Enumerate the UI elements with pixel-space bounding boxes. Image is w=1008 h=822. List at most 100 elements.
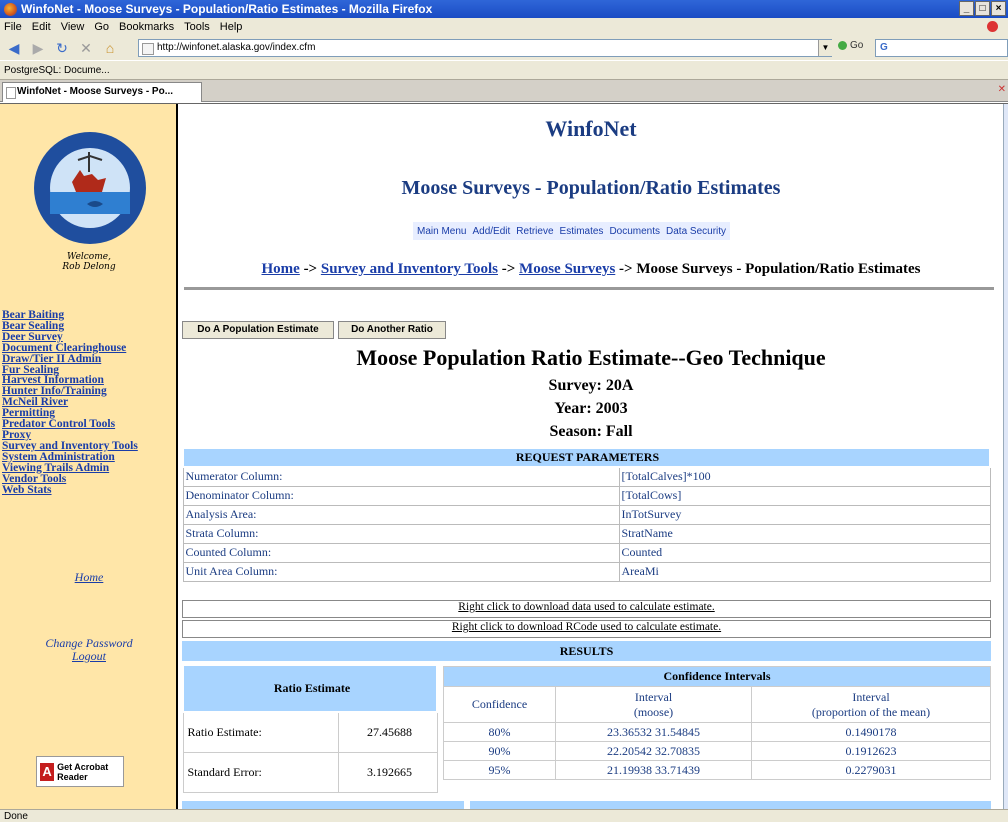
table-header-row: Confidence Interval (moose) Interval (prop… — [443, 686, 991, 723]
stop-load-icon[interactable]: ✕ — [76, 39, 96, 57]
sidebar-link-document-clearinghouse[interactable]: Document Clearinghouse — [0, 342, 178, 354]
sidebar-link-web-stats[interactable]: Web Stats — [0, 484, 178, 496]
table-row: 80% 23.36532 31.54845 0.1490178 — [443, 722, 991, 742]
breadcrumb-sep: -> — [615, 261, 637, 277]
menu-tools[interactable]: Tools — [184, 21, 210, 33]
download-data-link[interactable]: Right click to download data used to cal… — [458, 601, 714, 613]
minimize-button[interactable]: _ — [959, 1, 974, 16]
top-nav: Main Menu Add/Edit Retrieve Estimates Do… — [413, 222, 731, 240]
bookmarks-toolbar: PostgreSQL: Docume... — [0, 60, 1008, 80]
sidebar: Welcome, Rob Delong Bear Baiting Bear Se… — [0, 104, 178, 809]
nav-add-edit[interactable]: Add/Edit — [472, 226, 510, 237]
address-dropdown-icon[interactable]: ▼ — [818, 40, 832, 56]
user-name: Rob Delong — [62, 262, 116, 272]
sidebar-link-viewing-trails[interactable]: Viewing Trails Admin — [0, 462, 178, 474]
download-data-row: Right click to download data used to cal… — [182, 600, 991, 618]
sidebar-link-draw-tier-admin[interactable]: Draw/Tier II Admin — [0, 353, 178, 365]
col-confidence: Confidence — [443, 686, 556, 723]
param-value: AreaMi — [618, 561, 991, 582]
firefox-icon — [4, 2, 17, 16]
tab-close-icon[interactable]: ✕ — [998, 84, 1006, 95]
breadcrumb-sep: -> — [299, 261, 321, 277]
ci-conf: 80% — [443, 722, 556, 742]
table-row: Strata Column: StratName — [182, 523, 991, 544]
confidence-intervals-table: Confidence Intervals Confidence Interval… — [443, 666, 991, 780]
logout-link[interactable]: Logout — [0, 650, 178, 663]
menu-help[interactable]: Help — [220, 21, 243, 33]
nav-data-security[interactable]: Data Security — [666, 226, 726, 237]
param-label: Numerator Column: — [182, 466, 620, 487]
go-icon — [838, 41, 847, 50]
download-rcode-row: Right click to download RCode used to ca… — [182, 620, 991, 638]
page-viewport: Welcome, Rob Delong Bear Baiting Bear Se… — [0, 103, 1008, 809]
menu-bookmarks[interactable]: Bookmarks — [119, 21, 174, 33]
home-icon[interactable]: ⌂ — [100, 39, 120, 57]
ratio-header: Ratio Estimate — [182, 664, 438, 713]
search-input[interactable]: G — [875, 39, 1008, 57]
breadcrumb-current: Moose Surveys - Population/Ratio Estimat… — [636, 261, 921, 277]
table-row: Ratio Estimate: 27.45688 — [182, 711, 438, 753]
close-button[interactable]: × — [991, 1, 1006, 16]
population-estimate-button[interactable]: Do A Population Estimate — [182, 321, 334, 339]
col-interval-moose: Interval (moose) — [555, 686, 752, 723]
ci-interval: 23.36532 31.54845 — [555, 722, 752, 742]
welcome-text: Welcome, Rob Delong — [0, 252, 178, 272]
reload-icon[interactable]: ↻ — [52, 39, 72, 57]
menu-go[interactable]: Go — [94, 21, 109, 33]
col-interval-moose-line1: Interval — [634, 689, 673, 704]
season-label: Season: Fall — [549, 423, 633, 440]
col-interval-prop-line1: Interval — [852, 689, 890, 704]
sidebar-home-link[interactable]: Home — [0, 570, 178, 585]
nav-retrieve[interactable]: Retrieve — [516, 226, 553, 237]
tab-label: WinfoNet - Moose Surveys - Po... — [17, 86, 174, 97]
col-interval-prop: Interval (proportion of the mean) — [751, 686, 991, 723]
back-icon[interactable]: ◀ — [4, 39, 24, 57]
breadcrumb-moose-surveys[interactable]: Moose Surveys — [519, 261, 615, 277]
welcome-line: Welcome, — [67, 252, 111, 262]
go-button[interactable]: Go — [838, 40, 863, 51]
adfg-logo — [34, 132, 146, 244]
nav-estimates[interactable]: Estimates — [560, 226, 604, 237]
site-title: WinfoNet — [545, 116, 637, 141]
address-bar[interactable]: http://winfonet.alaska.gov/index.cfm — [138, 39, 832, 57]
param-label: Analysis Area: — [182, 504, 620, 525]
table-row: Numerator Column: [TotalCalves]*100 — [182, 466, 991, 487]
breadcrumb-survey-inventory[interactable]: Survey and Inventory Tools — [321, 261, 498, 277]
breadcrumb-home[interactable]: Home — [261, 261, 299, 277]
another-ratio-button[interactable]: Do Another Ratio — [338, 321, 446, 339]
survey-label: Survey: 20A — [548, 377, 634, 394]
menu-file[interactable]: File — [4, 21, 22, 33]
param-value: InTotSurvey — [618, 504, 991, 525]
main-content: WinfoNet Moose Surveys - Population/Rati… — [180, 104, 1002, 809]
menu-edit[interactable]: Edit — [32, 21, 51, 33]
nav-documents[interactable]: Documents — [609, 226, 660, 237]
table-row: Counted Column: Counted — [182, 542, 991, 563]
table-row: Analysis Area: InTotSurvey — [182, 504, 991, 525]
sidebar-link-vendor-tools[interactable]: Vendor Tools — [0, 473, 178, 485]
param-label: Unit Area Column: — [182, 561, 620, 582]
account-links: Change Password Logout — [0, 637, 178, 663]
ci-interval: 22.20542 32.70835 — [555, 741, 752, 761]
maximize-button[interactable]: □ — [975, 1, 990, 16]
param-label: Strata Column: — [182, 523, 620, 544]
year-label: Year: 2003 — [554, 400, 628, 417]
stop-icon[interactable] — [987, 21, 998, 32]
bookmark-postgresql[interactable]: PostgreSQL: Docume... — [4, 65, 110, 76]
nav-main-menu[interactable]: Main Menu — [417, 226, 466, 237]
table-row: 95% 21.19938 33.71439 0.2279031 — [443, 760, 991, 780]
download-rcode-link[interactable]: Right click to download RCode used to ca… — [452, 621, 721, 633]
ci-interval: 21.19938 33.71439 — [555, 760, 752, 780]
status-bar: Done — [0, 809, 1008, 822]
tab-strip: WinfoNet - Moose Surveys - Po... ✕ — [0, 80, 1008, 102]
table-row: Standard Error: 3.192665 — [182, 751, 438, 793]
acrobat-reader-badge[interactable]: A Get Acrobat Reader — [36, 756, 124, 787]
forward-icon[interactable]: ▶ — [28, 39, 48, 57]
vertical-scrollbar[interactable] — [1003, 104, 1008, 809]
window-controls: _ □ × — [959, 1, 1006, 16]
table-row: Unit Area Column: AreaMi — [182, 561, 991, 582]
ci-conf: 90% — [443, 741, 556, 761]
param-value: [TotalCalves]*100 — [618, 466, 991, 487]
menu-view[interactable]: View — [61, 21, 85, 33]
results-header: RESULTS — [182, 641, 991, 661]
tab-winfonet[interactable]: WinfoNet - Moose Surveys - Po... — [2, 82, 202, 102]
